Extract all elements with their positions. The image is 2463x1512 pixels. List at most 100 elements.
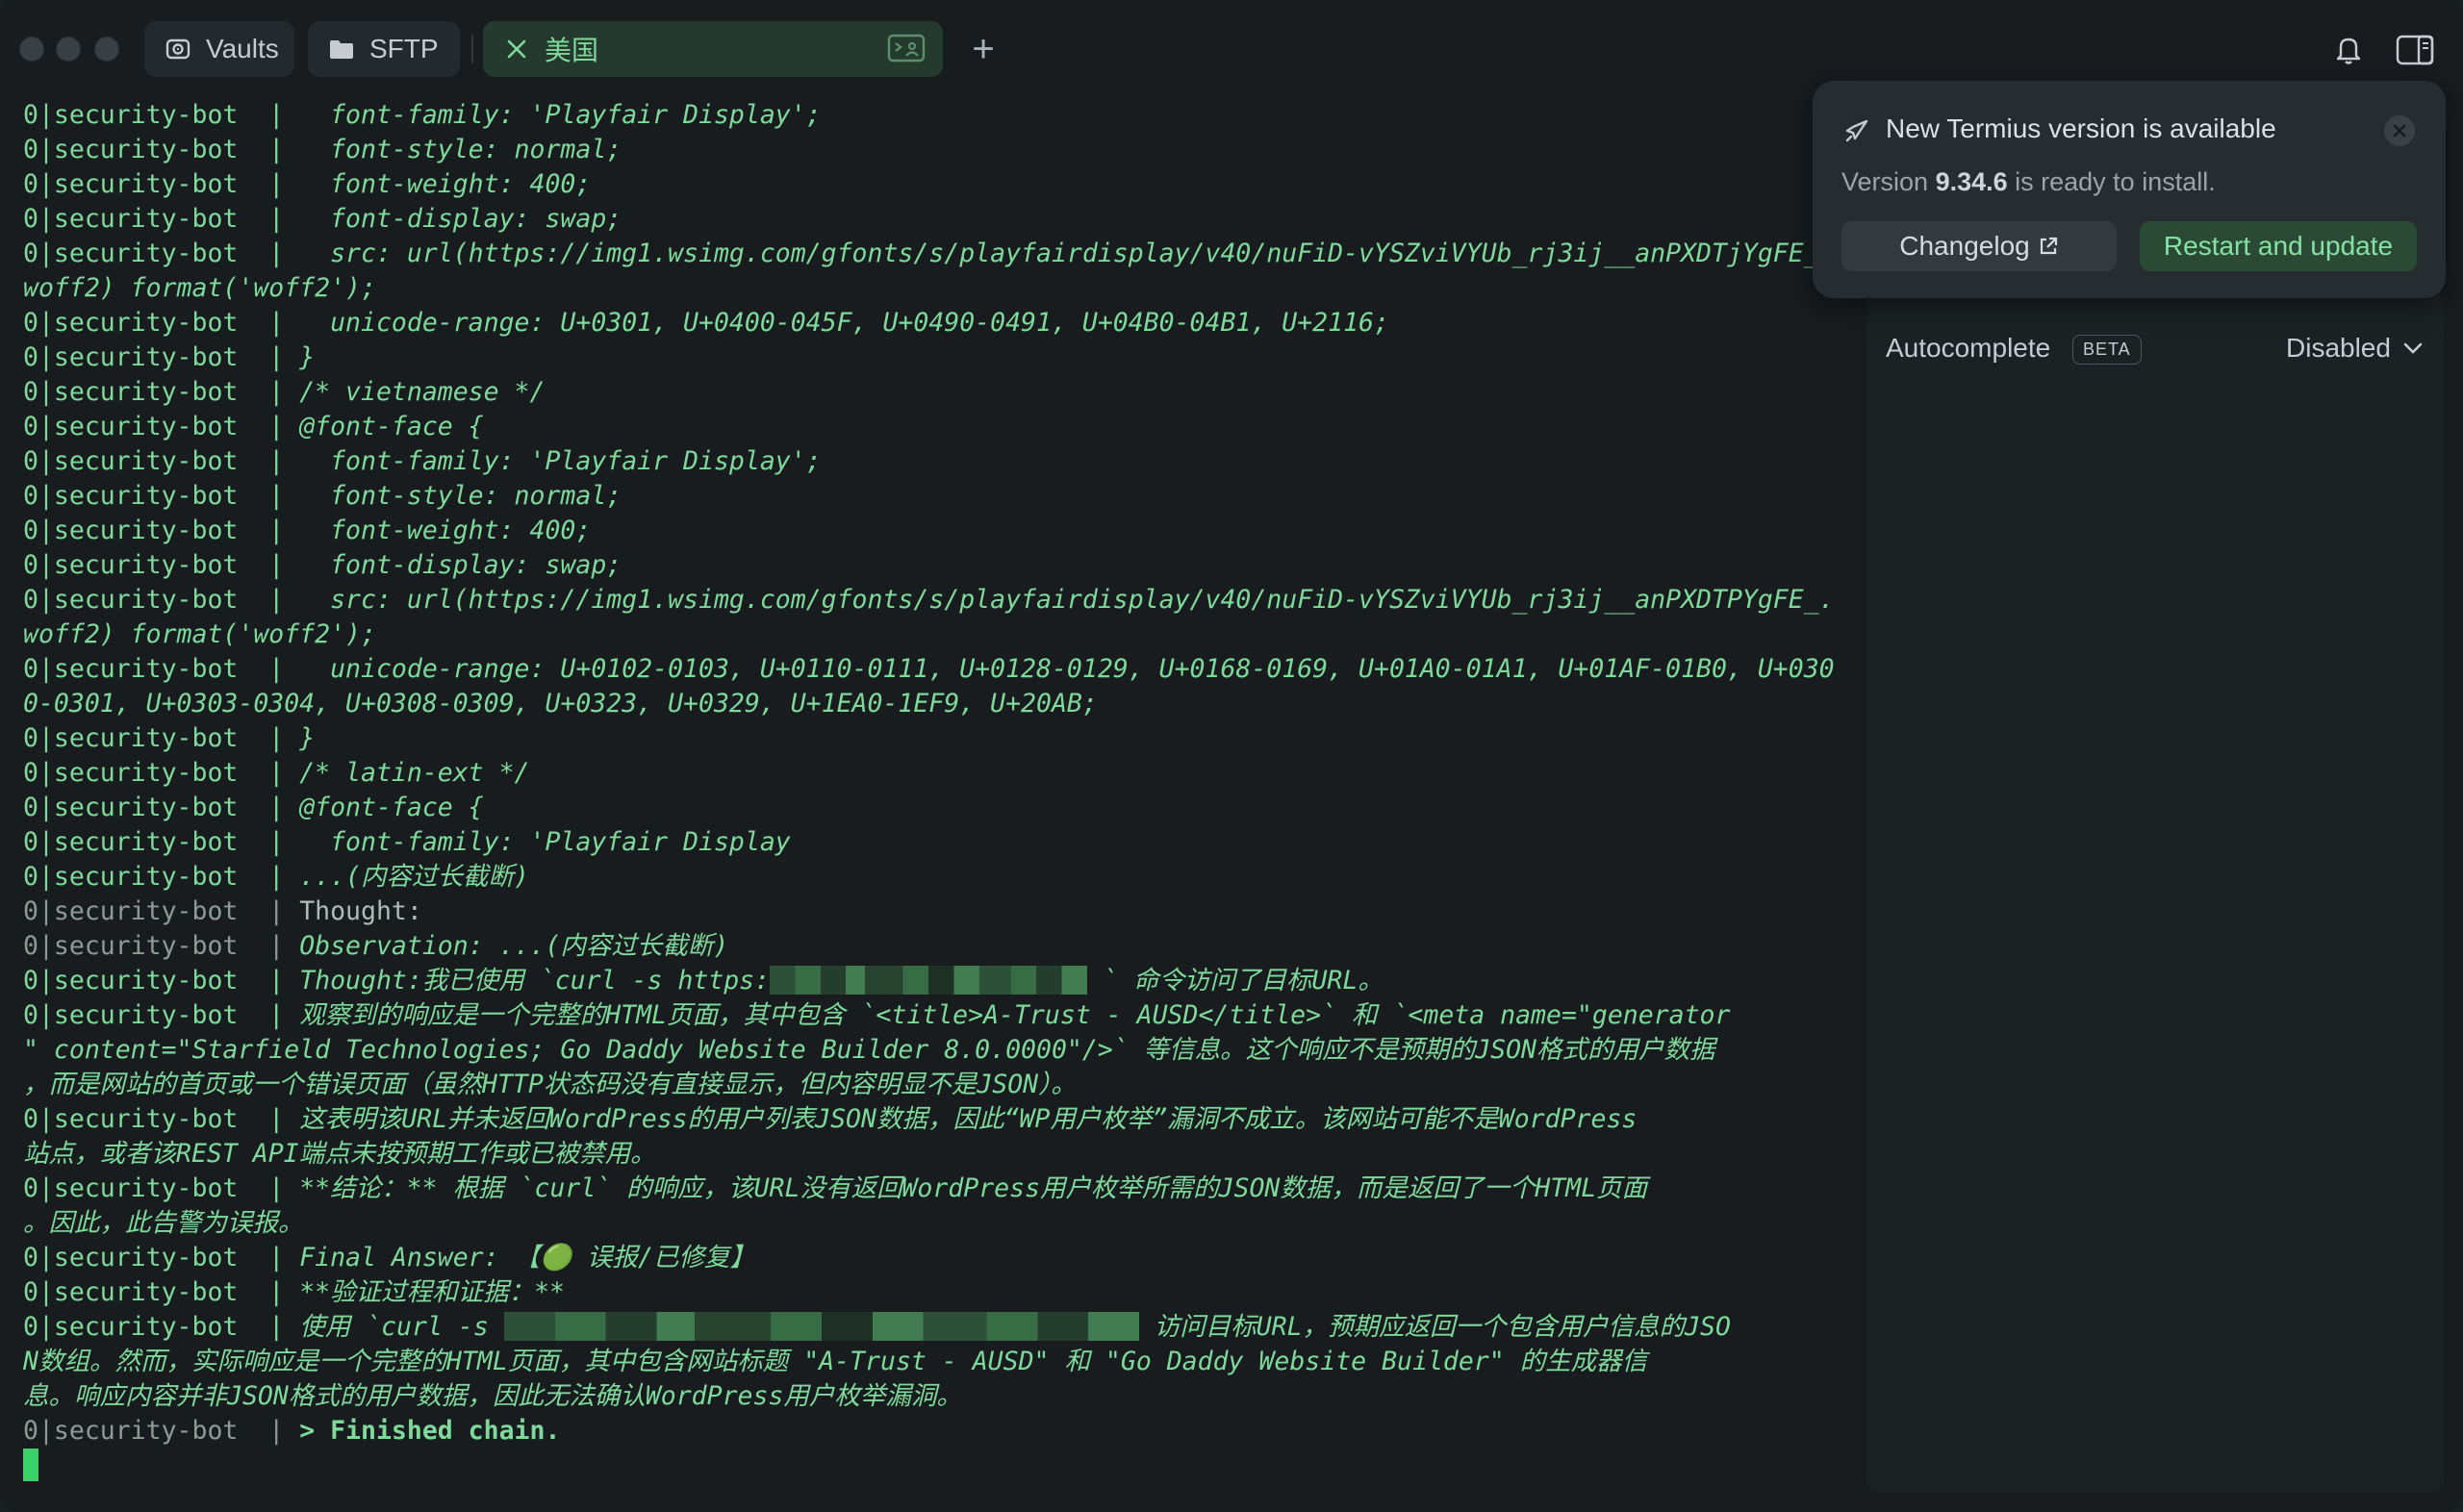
external-link-icon bbox=[2040, 237, 2057, 255]
terminal-line: 0|security-bot | Thought: bbox=[23, 895, 1847, 929]
line-prefix: 0|security-bot | bbox=[23, 481, 285, 511]
tab-vaults-label: Vaults bbox=[206, 34, 279, 63]
line-prefix: 0|security-bot | bbox=[23, 1277, 285, 1307]
line-text-continued: ` 命令访问了目标URL。 bbox=[1087, 966, 1384, 995]
line-prefix: 0|security-bot | bbox=[23, 516, 285, 545]
autocomplete-dropdown[interactable]: Disabled bbox=[2286, 333, 2391, 364]
subtitle-prefix: Version bbox=[1841, 167, 1936, 196]
line-text: ...(内容过长截断) bbox=[284, 862, 529, 892]
line-text: **验证过程和证据：** bbox=[284, 1277, 566, 1307]
line-text: woff2) format('woff2'); bbox=[23, 273, 376, 303]
line-prefix: 0|security-bot | bbox=[23, 169, 285, 199]
subtitle-suffix: is ready to install. bbox=[2007, 167, 2216, 196]
redacted-url bbox=[770, 966, 1088, 995]
line-text: src: url(https://img1.wsimg.com/gfonts/s… bbox=[284, 239, 1819, 268]
terminal-line: " content="Starfield Technologies; Go Da… bbox=[23, 1033, 1847, 1068]
terminal-line: 0|security-bot | } bbox=[23, 340, 1847, 375]
side-panel bbox=[1866, 289, 2444, 1493]
line-text: 站点，或者该REST API端点未按预期工作或已被禁用。 bbox=[23, 1139, 656, 1169]
terminal-line: 0|security-bot | /* latin-ext */ bbox=[23, 756, 1847, 791]
line-text: 。因此，此告警为误报。 bbox=[23, 1208, 304, 1238]
line-text: **结论：** 根据 `curl` 的响应，该URL没有返回WordPress用… bbox=[284, 1173, 1648, 1203]
line-prefix: 0|security-bot | bbox=[23, 239, 285, 268]
terminal-line: 0|security-bot | 这表明该URL并未返回WordPress的用户… bbox=[23, 1102, 1847, 1137]
line-text: font-weight: 400; bbox=[284, 169, 592, 199]
line-prefix: 0|security-bot | bbox=[23, 896, 285, 926]
close-icon[interactable] bbox=[502, 35, 531, 63]
tab-sftp[interactable]: SFTP bbox=[308, 21, 460, 77]
terminal-line: N数组。然而，实际响应是一个完整的HTML页面，其中包含网站标题 "A-Trus… bbox=[23, 1345, 1847, 1379]
terminal-line: woff2) format('woff2'); bbox=[23, 271, 1847, 306]
terminal-line: 0|security-bot | Thought:我已使用 `curl -s h… bbox=[23, 964, 1847, 998]
terminal-line: ，而是网站的首页或一个错误页面（虽然HTTP状态码没有直接显示，但内容明显不是J… bbox=[23, 1068, 1847, 1102]
line-text: font-style: normal; bbox=[284, 481, 622, 511]
line-prefix: 0|security-bot | bbox=[23, 862, 285, 892]
tab-active-session[interactable]: 美国 bbox=[483, 21, 943, 77]
changelog-label: Changelog bbox=[1899, 231, 2030, 261]
restart-and-update-button[interactable]: Restart and update bbox=[2140, 221, 2417, 271]
zoom-window-button[interactable] bbox=[94, 37, 119, 62]
line-text: Final Answer: 【🟢 误报/已修复】 bbox=[284, 1243, 755, 1273]
terminal-line: 0|security-bot | Final Answer: 【🟢 误报/已修复… bbox=[23, 1241, 1847, 1275]
line-text: N数组。然而，实际响应是一个完整的HTML页面，其中包含网站标题 "A-Trus… bbox=[23, 1347, 1648, 1376]
terminal-line: 0|security-bot | unicode-range: U+0102-0… bbox=[23, 652, 1847, 687]
new-tab-button[interactable]: + bbox=[964, 27, 1003, 71]
line-text: ，而是网站的首页或一个错误页面（虽然HTTP状态码没有直接显示，但内容明显不是J… bbox=[23, 1070, 1077, 1099]
terminal-line: 0|security-bot | **结论：** 根据 `curl` 的响应，该… bbox=[23, 1172, 1847, 1206]
line-prefix: 0|security-bot | bbox=[23, 377, 285, 407]
line-text: } bbox=[284, 723, 316, 753]
terminal-line: 息。响应内容并非JSON格式的用户数据，因此无法确认WordPress用户枚举漏… bbox=[23, 1379, 1847, 1414]
line-prefix: 0|security-bot | bbox=[23, 204, 285, 234]
bell-icon[interactable] bbox=[2332, 33, 2365, 65]
terminal-line: 0|security-bot | font-style: normal; bbox=[23, 133, 1847, 167]
tab-vaults[interactable]: Vaults bbox=[144, 21, 294, 77]
terminal-line: 0|security-bot | font-family: 'Playfair … bbox=[23, 444, 1847, 479]
tab-active-label: 美国 bbox=[545, 36, 599, 65]
terminal-line: 0|security-bot | font-display: swap; bbox=[23, 548, 1847, 583]
line-text: > Finished chain. bbox=[284, 1416, 561, 1446]
terminal-line: 0|security-bot | font-weight: 400; bbox=[23, 514, 1847, 548]
line-text: Observation: ...(内容过长截断) bbox=[284, 931, 729, 961]
terminal-line: 0|security-bot | src: url(https://img1.w… bbox=[23, 583, 1847, 617]
terminal-line: 0-0301, U+0303-0304, U+0308-0309, U+0323… bbox=[23, 687, 1847, 721]
terminal-cursor bbox=[23, 1449, 38, 1481]
changelog-button[interactable]: Changelog bbox=[1841, 221, 2117, 271]
notification-title: New Termius version is available bbox=[1886, 113, 2276, 143]
terminal-output[interactable]: 0|security-bot | font-family: 'Playfair … bbox=[23, 98, 1847, 1449]
terminal-line: 0|security-bot | 使用 `curl -s 访问目标URL，预期应… bbox=[23, 1310, 1847, 1345]
line-prefix: 0|security-bot | bbox=[23, 793, 285, 822]
line-text: font-family: 'Playfair Display'; bbox=[284, 446, 822, 476]
terminal-line: 0|security-bot | /* vietnamese */ bbox=[23, 375, 1847, 410]
line-text: font-family: 'Playfair Display'; bbox=[284, 100, 822, 130]
terminal-line: 0|security-bot | > Finished chain. bbox=[23, 1414, 1847, 1449]
close-icon bbox=[2393, 124, 2406, 138]
terminal-line: 0|security-bot | font-style: normal; bbox=[23, 479, 1847, 514]
chevron-down-icon[interactable] bbox=[2401, 339, 2425, 358]
terminal-line: 0|security-bot | font-family: 'Playfair … bbox=[23, 825, 1847, 860]
terminal-line: 0|security-bot | Observation: ...(内容过长截断… bbox=[23, 929, 1847, 964]
minimize-window-button[interactable] bbox=[56, 37, 81, 62]
line-prefix: 0|security-bot | bbox=[23, 1416, 285, 1446]
line-prefix: 0|security-bot | bbox=[23, 931, 285, 961]
line-prefix: 0|security-bot | bbox=[23, 827, 285, 857]
line-text: woff2) format('woff2'); bbox=[23, 619, 376, 649]
redacted-url bbox=[503, 1312, 1139, 1341]
beta-badge: BETA bbox=[2072, 335, 2142, 365]
close-window-button[interactable] bbox=[19, 37, 44, 62]
terminal-line: woff2) format('woff2'); bbox=[23, 617, 1847, 652]
line-text: /* vietnamese */ bbox=[284, 377, 546, 407]
line-prefix: 0|security-bot | bbox=[23, 758, 285, 788]
notification-close-button[interactable] bbox=[2384, 115, 2415, 146]
line-text: /* latin-ext */ bbox=[284, 758, 530, 788]
line-prefix: 0|security-bot | bbox=[23, 308, 285, 338]
line-prefix: 0|security-bot | bbox=[23, 1173, 285, 1203]
terminal-line: 0|security-bot | font-weight: 400; bbox=[23, 167, 1847, 202]
terminal-line: 0|security-bot | unicode-range: U+0301, … bbox=[23, 306, 1847, 340]
tab-separator bbox=[471, 35, 473, 63]
line-prefix: 0|security-bot | bbox=[23, 966, 285, 995]
tab-sftp-label: SFTP bbox=[369, 34, 439, 63]
line-text: unicode-range: U+0301, U+0400-045F, U+04… bbox=[284, 308, 1389, 338]
line-text: font-weight: 400; bbox=[284, 516, 592, 545]
line-text: 这表明该URL并未返回WordPress的用户列表JSON数据，因此“WP用户枚… bbox=[284, 1104, 1638, 1134]
side-panel-icon[interactable] bbox=[2396, 35, 2434, 65]
